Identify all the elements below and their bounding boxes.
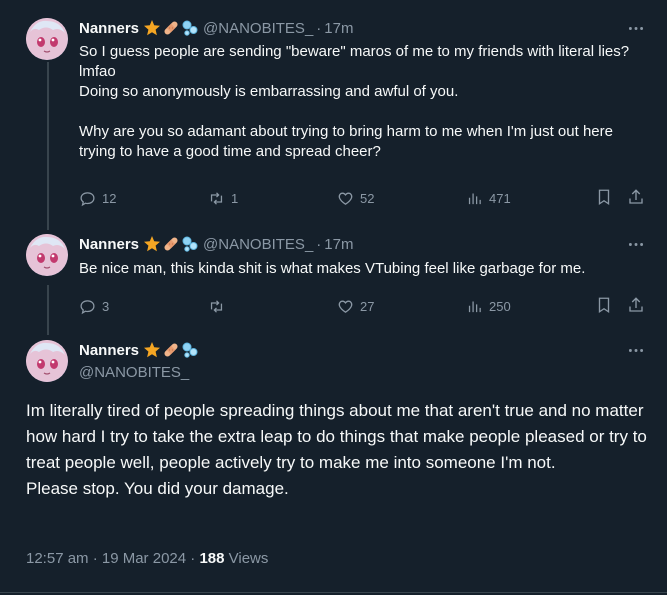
- handle[interactable]: @NANOBITES_: [79, 364, 189, 381]
- views-icon: [468, 301, 481, 312]
- like-icon: [338, 192, 353, 205]
- retweet-count: 1: [231, 190, 239, 206]
- tweet-actions: 3 27 250: [79, 296, 645, 316]
- avatar[interactable]: [26, 234, 68, 276]
- display-name[interactable]: Nanners: [79, 20, 139, 37]
- bookmark-icon[interactable]: [595, 296, 613, 317]
- star-icon: [143, 235, 161, 253]
- handle[interactable]: @NANOBITES_: [203, 20, 313, 37]
- share-icon[interactable]: [627, 188, 645, 209]
- retweet-icon: [210, 299, 223, 313]
- tweet-meta: 12:57 am · 19 Mar 2024 · 188 Views: [26, 550, 268, 567]
- retweet-button[interactable]: 1: [208, 190, 268, 207]
- name-emojis: [143, 235, 199, 253]
- reply-tweet[interactable]: Nanners @NANOBITES_ · 17m So I guess peo…: [0, 18, 667, 228]
- reply-button[interactable]: 3: [79, 298, 139, 315]
- tweet-text: Be nice man, this kinda shit is what mak…: [79, 260, 586, 277]
- bandage-icon: [162, 341, 180, 359]
- more-icon[interactable]: [625, 340, 647, 360]
- avatar[interactable]: [26, 340, 68, 382]
- main-tweet-text: Im literally tired of people spreading t…: [26, 401, 647, 498]
- handle[interactable]: @NANOBITES_: [203, 236, 313, 253]
- more-icon[interactable]: [625, 234, 647, 254]
- tweet-text: So I guess people are sending "beware" m…: [79, 43, 630, 160]
- retweet-button[interactable]: [208, 298, 268, 315]
- retweet-icon: [210, 191, 223, 205]
- reply-count: 3: [102, 298, 110, 314]
- views-icon: [468, 193, 481, 204]
- views-button[interactable]: 471: [466, 190, 526, 207]
- like-button[interactable]: 27: [337, 298, 397, 315]
- star-icon: [143, 341, 161, 359]
- views-total: 188: [199, 550, 225, 567]
- separator-dot: ·: [316, 19, 322, 37]
- like-count: 52: [360, 190, 375, 206]
- reply-icon: [80, 191, 95, 206]
- bubbles-icon: [181, 19, 199, 37]
- views-button[interactable]: 250: [466, 298, 526, 315]
- display-name[interactable]: Nanners: [79, 236, 139, 253]
- reply-icon: [80, 299, 95, 314]
- name-emojis: [143, 341, 199, 359]
- like-icon: [338, 300, 353, 313]
- name-emojis: [143, 19, 199, 37]
- more-icon[interactable]: [625, 18, 647, 38]
- divider: [0, 592, 667, 593]
- like-button[interactable]: 52: [337, 190, 397, 207]
- views-label: Views: [224, 550, 269, 567]
- avatar[interactable]: [26, 18, 68, 60]
- reply-button[interactable]: 12: [79, 190, 139, 207]
- display-name[interactable]: Nanners: [79, 342, 139, 359]
- bandage-icon: [162, 235, 180, 253]
- bookmark-icon[interactable]: [595, 188, 613, 209]
- like-count: 27: [360, 298, 375, 314]
- reply-count: 12: [102, 190, 117, 206]
- share-icon[interactable]: [627, 296, 645, 317]
- separator-dot: ·: [316, 235, 322, 253]
- bandage-icon: [162, 19, 180, 37]
- star-icon: [143, 19, 161, 37]
- tweet-actions: 12 1 52 471: [79, 188, 645, 208]
- reply-tweet[interactable]: Nanners @NANOBITES_ · 17m Be nice man, t…: [0, 234, 667, 324]
- bubbles-icon: [181, 235, 199, 253]
- views-count: 250: [489, 298, 511, 314]
- timestamp[interactable]: 17m: [324, 20, 353, 37]
- timestamp[interactable]: 17m: [324, 236, 353, 253]
- views-count: 471: [489, 190, 511, 206]
- bubbles-icon: [181, 341, 199, 359]
- post-timestamp[interactable]: 12:57 am · 19 Mar 2024 ·: [26, 550, 199, 567]
